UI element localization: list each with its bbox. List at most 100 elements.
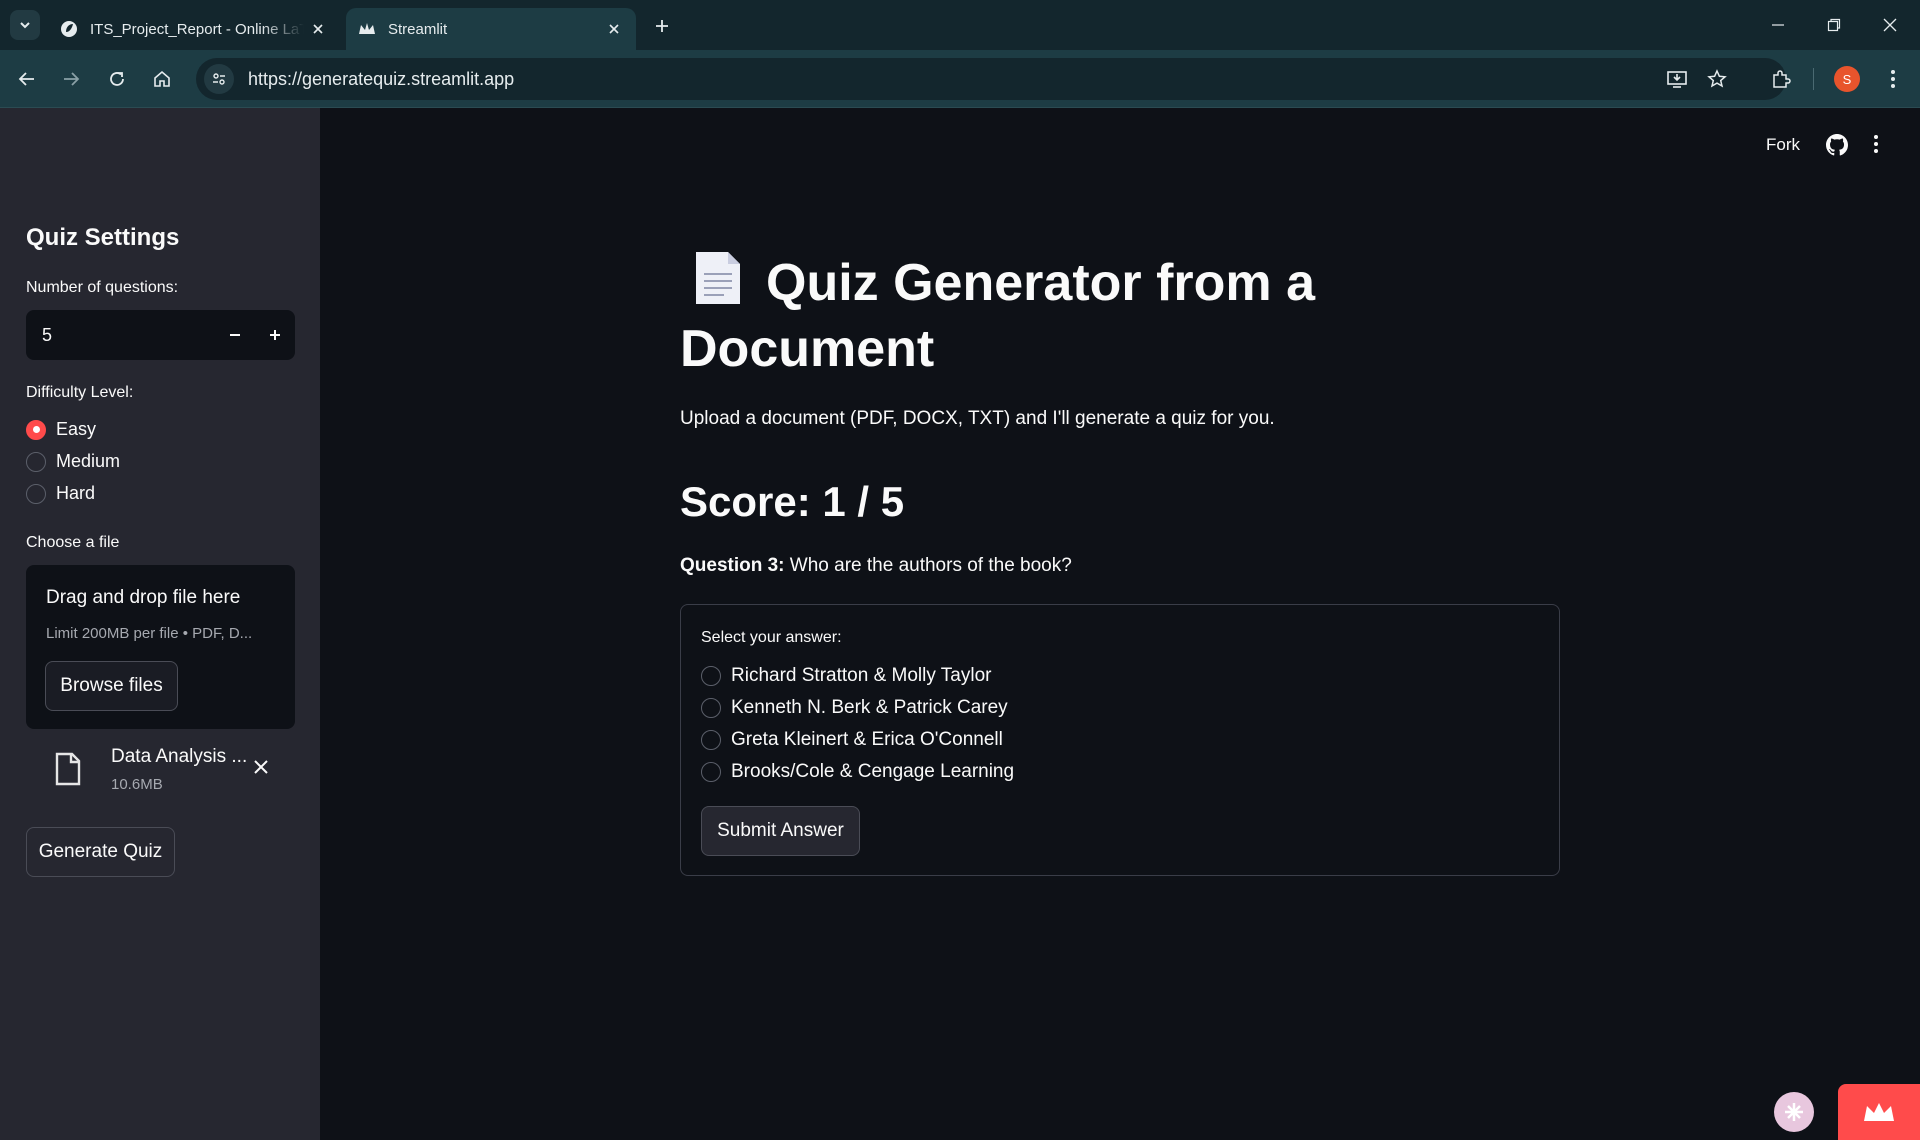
browser-toolbar: https://generatequiz.streamlit.app	[0, 50, 1920, 108]
radio-icon[interactable]	[701, 762, 721, 782]
tab-search-button[interactable]	[10, 10, 40, 40]
site-info-icon[interactable]	[204, 64, 234, 94]
browser-tab-overleaf[interactable]: ITS_Project_Report - Online LaTeX Editor	[50, 8, 340, 50]
chat-avatar-icon[interactable]	[1774, 1092, 1814, 1132]
overleaf-icon	[60, 20, 78, 38]
question-number: Question 3:	[680, 555, 785, 576]
home-icon	[154, 70, 170, 87]
close-tab-icon[interactable]	[304, 15, 332, 43]
tab-title: Streamlit	[388, 20, 448, 38]
app-menu-button[interactable]	[1873, 134, 1879, 154]
radio-icon[interactable]	[701, 698, 721, 718]
submit-answer-button[interactable]: Submit Answer	[701, 806, 860, 856]
difficulty-option-hard[interactable]: Hard	[26, 483, 95, 504]
radio-selected-icon[interactable]	[26, 419, 46, 440]
fork-button[interactable]: Fork	[1766, 135, 1800, 155]
arrow-right-icon	[64, 72, 80, 86]
file-size: 10.6MB	[111, 776, 163, 793]
difficulty-label: Difficulty Level:	[26, 384, 134, 401]
kebab-menu-icon	[1874, 135, 1878, 153]
star-icon	[1707, 69, 1727, 88]
difficulty-option-label: Hard	[56, 483, 96, 503]
num-questions-value[interactable]: 5	[26, 325, 215, 346]
page-title: Quiz Generator from a Document	[680, 250, 1380, 382]
dropzone-title: Drag and drop file here	[46, 587, 241, 608]
page-title-text: Quiz Generator from a Document	[680, 254, 1315, 378]
browser-menu-button[interactable]	[1878, 58, 1908, 100]
difficulty-option-label: Easy	[56, 419, 97, 439]
num-questions-input[interactable]: 5	[26, 310, 295, 360]
difficulty-option-easy[interactable]: Easy	[26, 419, 96, 440]
streamlit-badge[interactable]	[1838, 1084, 1920, 1140]
radio-icon[interactable]	[26, 451, 46, 472]
streamlit-crown-icon	[358, 20, 376, 38]
install-app-button[interactable]	[1662, 58, 1692, 100]
file-dropzone[interactable]: Drag and drop file here Limit 200MB per …	[26, 565, 295, 729]
answer-label: Select your answer:	[701, 629, 842, 646]
radio-icon[interactable]	[701, 666, 721, 686]
file-upload-label: Choose a file	[26, 534, 120, 551]
radio-icon[interactable]	[26, 483, 46, 504]
answer-form: Select your answer: Richard Stratton & M…	[680, 604, 1560, 876]
answer-option-label: Richard Stratton & Molly Taylor	[731, 665, 992, 686]
profile-avatar[interactable]: S	[1834, 66, 1860, 92]
answer-option-label: Brooks/Cole & Cengage Learning	[731, 761, 1015, 782]
minimize-icon	[1772, 24, 1784, 26]
close-tab-icon[interactable]	[600, 15, 628, 43]
browse-files-button[interactable]: Browse files	[45, 661, 178, 711]
radio-icon[interactable]	[701, 730, 721, 750]
restore-icon	[1827, 18, 1841, 32]
score-heading: Score: 1 / 5	[680, 478, 905, 525]
answer-option[interactable]: Kenneth N. Berk & Patrick Carey	[701, 697, 1008, 719]
home-button[interactable]	[147, 64, 177, 94]
dropzone-limit: Limit 200MB per file • PDF, D...	[46, 625, 253, 642]
install-icon	[1667, 71, 1687, 88]
forward-button[interactable]	[56, 64, 86, 94]
kebab-menu-icon	[1891, 70, 1895, 88]
chevron-down-icon	[20, 22, 30, 29]
back-button[interactable]	[12, 64, 42, 94]
answer-option[interactable]: Richard Stratton & Molly Taylor	[701, 665, 991, 687]
github-button[interactable]	[1826, 134, 1848, 156]
page-description: Upload a document (PDF, DOCX, TXT) and I…	[680, 408, 1275, 429]
uploaded-file: Data Analysis ... 10.6MB	[26, 740, 295, 800]
toolbar-separator	[1813, 68, 1814, 90]
restore-button[interactable]	[1806, 0, 1862, 50]
sidebar-title: Quiz Settings	[26, 224, 180, 251]
generate-quiz-button[interactable]: Generate Quiz	[26, 827, 175, 877]
file-icon	[54, 752, 82, 791]
answer-option[interactable]: Brooks/Cole & Cengage Learning	[701, 761, 1014, 783]
close-window-button[interactable]	[1862, 0, 1918, 50]
minimize-button[interactable]	[1750, 0, 1806, 50]
file-name: Data Analysis ...	[111, 746, 248, 767]
arrow-left-icon	[18, 72, 34, 86]
close-icon	[1883, 18, 1897, 32]
decrement-button[interactable]	[215, 310, 255, 360]
browser-tab-streamlit[interactable]: Streamlit	[346, 8, 636, 50]
close-icon	[254, 760, 268, 774]
github-icon	[1826, 134, 1848, 156]
browser-tab-bar: ITS_Project_Report - Online LaTeX Editor…	[0, 0, 1920, 50]
answer-option-label: Kenneth N. Berk & Patrick Carey	[731, 697, 1008, 718]
streamlit-crown-icon	[1864, 1103, 1894, 1121]
difficulty-option-label: Medium	[56, 451, 121, 471]
plus-icon	[656, 20, 668, 32]
remove-file-button[interactable]	[248, 754, 274, 780]
reload-icon	[110, 72, 124, 86]
answer-option-label: Greta Kleinert & Erica O'Connell	[731, 729, 1003, 750]
plus-icon	[270, 330, 280, 340]
extensions-button[interactable]	[1766, 58, 1796, 100]
difficulty-option-medium[interactable]: Medium	[26, 451, 120, 472]
reload-button[interactable]	[102, 64, 132, 94]
increment-button[interactable]	[255, 310, 295, 360]
document-icon	[692, 250, 744, 306]
question-text: Question 3: Who are the authors of the b…	[680, 555, 1072, 577]
address-bar[interactable]: https://generatequiz.streamlit.app	[196, 58, 1786, 100]
answer-option[interactable]: Greta Kleinert & Erica O'Connell	[701, 729, 1003, 751]
url-text: https://generatequiz.streamlit.app	[248, 68, 515, 89]
puzzle-icon	[1773, 70, 1791, 88]
minus-icon	[230, 334, 240, 336]
new-tab-button[interactable]	[648, 12, 676, 40]
bookmark-button[interactable]	[1702, 58, 1732, 100]
num-questions-label: Number of questions:	[26, 279, 179, 296]
